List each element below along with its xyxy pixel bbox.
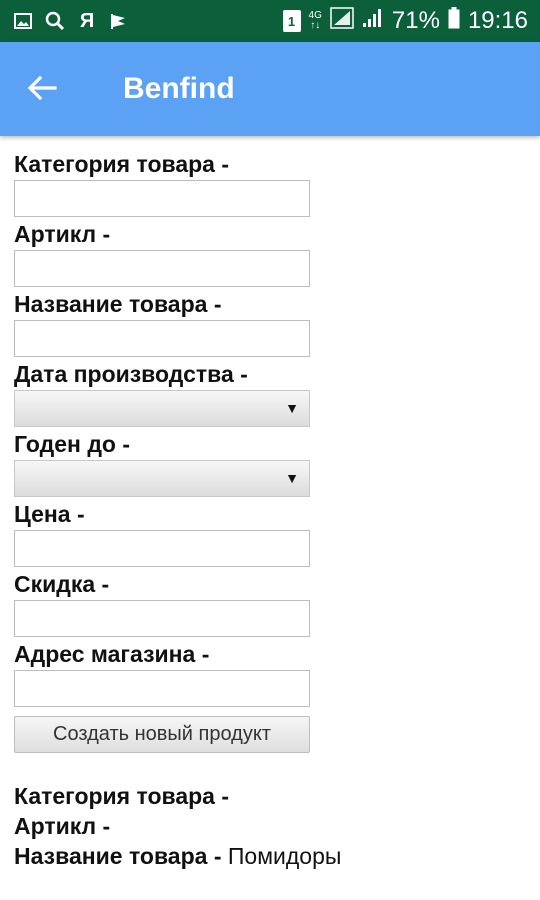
sim-indicator: 1 xyxy=(282,10,301,32)
product-details: Категория товара - Артикл - Название тов… xyxy=(14,781,534,871)
image-icon xyxy=(12,10,34,32)
status-notifications: Я xyxy=(12,0,130,42)
article-input[interactable] xyxy=(14,250,310,287)
dropdown-arrow-icon: ▼ xyxy=(285,470,299,486)
arrow-left-icon xyxy=(27,75,57,101)
result-article: Артикл - xyxy=(14,813,111,839)
name-input[interactable] xyxy=(14,320,310,357)
signal-icon xyxy=(330,6,354,36)
battery-icon xyxy=(448,6,460,36)
dropdown-arrow-icon: ▼ xyxy=(285,400,299,416)
name-label: Название товара - xyxy=(14,291,222,317)
category-input[interactable] xyxy=(14,180,310,217)
result-category: Категория товара - xyxy=(14,783,230,809)
article-label: Артикл - xyxy=(14,221,111,247)
back-button[interactable] xyxy=(18,64,66,112)
signal-bars-icon xyxy=(362,7,384,35)
address-label: Адрес магазина - xyxy=(14,641,210,667)
production-date-select[interactable]: ▼ xyxy=(14,390,310,427)
network-type: 4G ↑↓ xyxy=(308,10,322,31)
app-bar: Benfind xyxy=(0,42,540,136)
product-form: Категория товара - Артикл - Название тов… xyxy=(14,148,534,871)
expires-label: Годен до - xyxy=(14,431,131,457)
status-system: 1 4G ↑↓ 71% 19:16 xyxy=(282,0,528,42)
price-input[interactable] xyxy=(14,530,310,567)
discount-input[interactable] xyxy=(14,600,310,637)
result-name: Название товара - Помидоры xyxy=(14,843,342,869)
search-icon xyxy=(44,10,66,32)
create-product-button[interactable]: Создать новый продукт xyxy=(14,716,310,753)
discount-label: Скидка - xyxy=(14,571,110,597)
expires-select[interactable]: ▼ xyxy=(14,460,310,497)
price-label: Цена - xyxy=(14,501,85,527)
clock: 19:16 xyxy=(467,7,528,34)
address-input[interactable] xyxy=(14,670,310,707)
battery-percent: 71% xyxy=(391,7,440,34)
status-bar: Я 1 4G ↑↓ 71% 19:16 xyxy=(0,0,540,42)
production-date-label: Дата производства - xyxy=(14,361,248,387)
yandex-icon: Я xyxy=(79,9,95,32)
category-label: Категория товара - xyxy=(14,151,230,177)
app-title: Benfind xyxy=(123,72,235,105)
flag-icon xyxy=(108,10,130,32)
